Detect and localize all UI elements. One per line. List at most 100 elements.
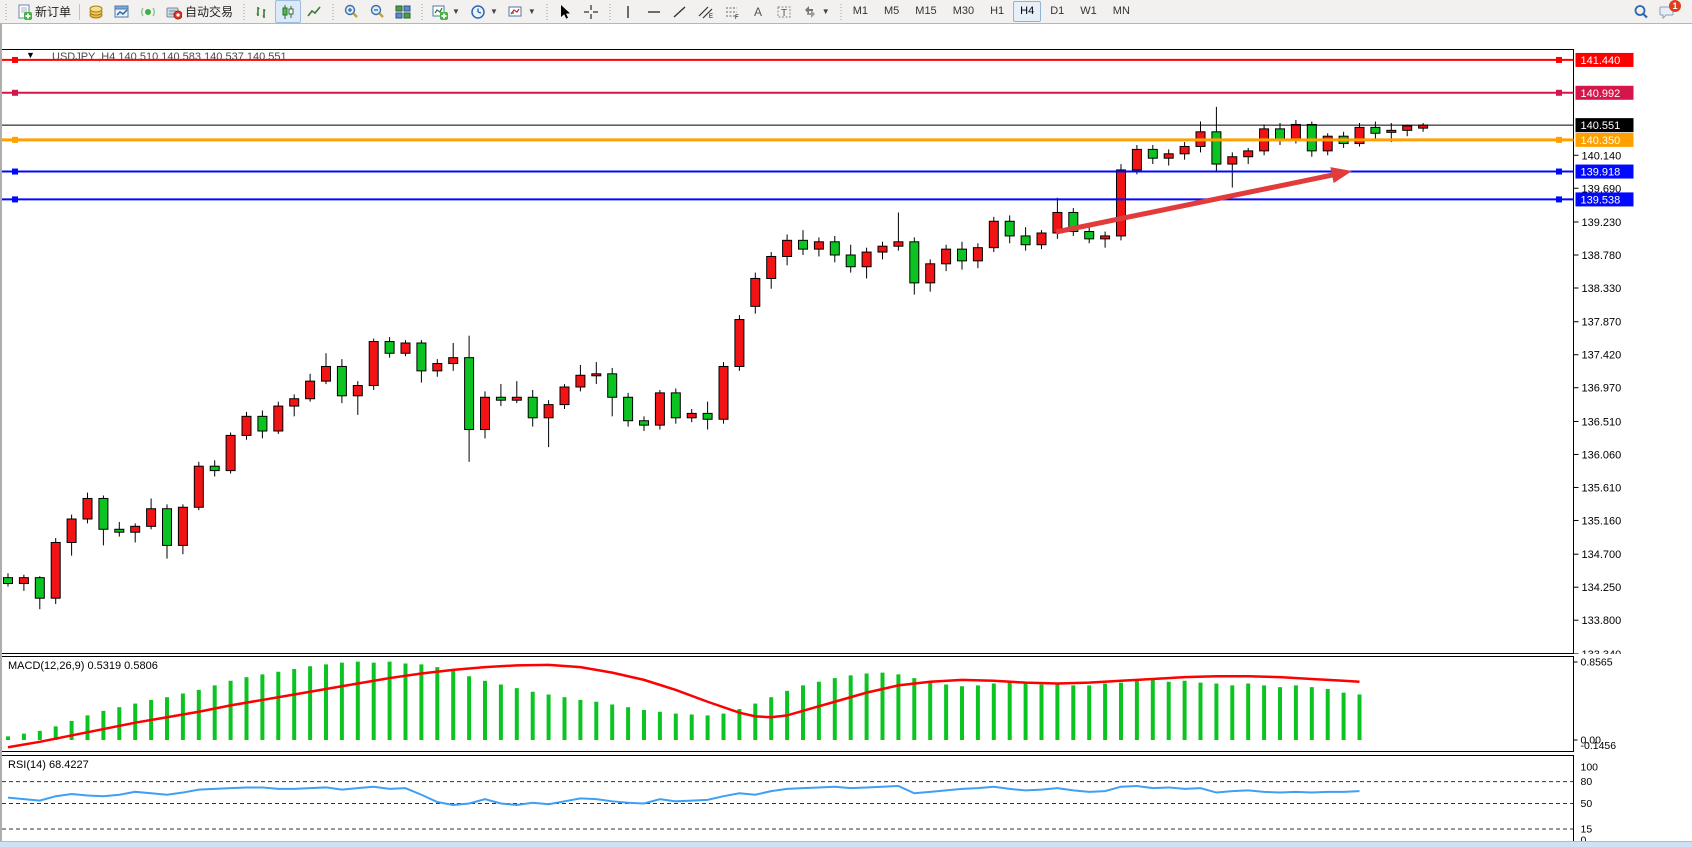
periods-button[interactable]: ▼ [465,0,503,23]
macd-scale-label: 0.8565 [1581,656,1613,668]
candle-bullish [1244,151,1253,157]
timeframe-m15-button[interactable]: M15 [908,1,943,22]
price-axis-tick-label: 138.330 [1582,283,1622,295]
cursor-button[interactable] [552,0,578,23]
timeframe-m1-button[interactable]: M1 [846,1,875,22]
candle-bullish [878,246,887,252]
vertical-line-icon [620,4,636,20]
toolbar-grip [839,4,844,20]
market-watch-button[interactable] [83,0,109,23]
rsi-pane-canvas[interactable]: 1008050150 [0,755,1692,847]
candle-bullish [544,405,553,418]
timeframe-h4-button[interactable]: H4 [1013,1,1041,22]
line-handle[interactable] [1556,169,1562,175]
candle-bullish [894,242,903,246]
price-line-badge-label: 139.538 [1581,194,1621,206]
candle-bullish [1291,124,1300,139]
line-handle[interactable] [12,137,18,143]
candle-bearish [99,498,108,529]
line-handle[interactable] [12,90,18,96]
vertical-line-button[interactable] [615,0,641,23]
dropdown-caret-icon: ▼ [490,7,498,16]
line-handle[interactable] [1556,57,1562,63]
text-icon: A [750,4,766,20]
zoom-in-button[interactable] [338,0,364,23]
text-button[interactable]: A [745,0,771,23]
toolbar-grip [420,4,425,20]
trendline-button[interactable] [667,0,693,23]
line-handle[interactable] [1556,90,1562,96]
toolbar-grip [4,4,9,20]
data-window-button[interactable] [109,0,135,23]
tile-windows-icon [395,4,411,20]
horizontal-line-button[interactable] [641,0,667,23]
price-axis-tick-label: 140.140 [1582,150,1622,162]
window-left-edge [0,24,2,841]
crosshair-button[interactable] [578,0,604,23]
candle-bullish [19,578,28,584]
clock-icon [470,4,486,20]
zoom-out-button[interactable] [364,0,390,23]
arrows-button[interactable]: ▼ [797,0,835,23]
notifications-button[interactable]: 1 [1654,0,1680,23]
svg-text:A: A [754,5,762,19]
rsi-scale-label: 80 [1581,776,1593,788]
candle-bullish [1132,149,1141,170]
signals-button[interactable] [135,0,161,23]
price-axis-tick-label: 133.800 [1582,615,1622,627]
candle-bullish [83,498,92,519]
crosshair-icon [583,4,599,20]
line-chart-button[interactable] [301,0,327,23]
timeframe-group: M1M5M15M30H1H4D1W1MN [846,1,1137,22]
macd-pane-canvas[interactable]: 0.85650.00-0.1456 [0,656,1692,752]
trading-platform-window: 新订单 自动交易 [0,0,1692,847]
candle-bearish [4,578,13,584]
timeframe-w1-button[interactable]: W1 [1073,1,1104,22]
candle-bearish [35,578,44,599]
candle-bearish [496,397,505,400]
line-handle[interactable] [12,196,18,202]
autotrading-button[interactable]: 自动交易 [161,0,238,23]
window-bottom-strip [0,841,1692,847]
template-icon [508,4,524,20]
timeframe-d1-button[interactable]: D1 [1043,1,1071,22]
bar-chart-button[interactable] [249,0,275,23]
price-line-badge-label: 140.350 [1581,135,1621,147]
price-axis-tick-label: 139.690 [1582,183,1622,195]
zoom-out-icon [369,4,385,20]
templates-button[interactable]: ▼ [503,0,541,23]
channel-icon: E [698,4,714,20]
line-handle[interactable] [12,57,18,63]
text-label-button[interactable]: T [771,0,797,23]
candlestick-chart-button[interactable] [275,0,301,23]
candle-bearish [608,374,617,397]
line-handle[interactable] [1556,196,1562,202]
new-order-button[interactable]: 新订单 [11,0,76,23]
timeframe-m5-button[interactable]: M5 [877,1,906,22]
candle-bullish [178,507,187,545]
line-handle[interactable] [1556,137,1562,143]
price-axis-tick-label: 139.230 [1582,217,1622,229]
timeframe-h1-button[interactable]: H1 [983,1,1011,22]
timeframe-m30-button[interactable]: M30 [946,1,981,22]
tile-windows-button[interactable] [390,0,416,23]
price-axis-tick-label: 138.780 [1582,250,1622,262]
candle-bullish [973,248,982,261]
candle-bullish [751,278,760,306]
dropdown-caret-icon: ▼ [822,7,830,16]
candle-bullish [1101,236,1110,239]
price-axis-tick-label: 136.060 [1582,449,1622,461]
timeframe-mn-button[interactable]: MN [1106,1,1137,22]
candle-bearish [703,413,712,419]
search-button[interactable] [1628,0,1654,23]
dropdown-caret-icon: ▼ [528,7,536,16]
new-chart-button[interactable]: ▼ [427,0,465,23]
arrows-icon [802,4,818,20]
price-chart-canvas[interactable]: 141.440140.992140.551140.350139.918139.5… [0,49,1692,654]
fibonacci-button[interactable]: F [719,0,745,23]
chart-object-marker-icon[interactable]: ▼ [26,50,35,60]
line-handle[interactable] [12,169,18,175]
equidistant-channel-button[interactable]: E [693,0,719,23]
zoom-in-icon [343,4,359,20]
candle-bearish [671,393,680,418]
